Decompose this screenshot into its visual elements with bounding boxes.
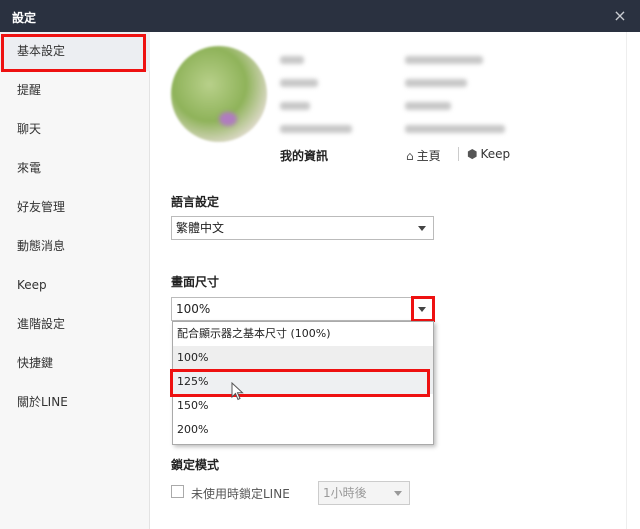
lock-time-select[interactable]: 1小時後 xyxy=(318,481,410,505)
sidebar-item-about[interactable]: 關於LINE xyxy=(0,383,150,422)
lock-checkbox[interactable] xyxy=(171,485,184,498)
language-select-value: 繁體中文 xyxy=(176,221,225,235)
title-bar: 設定 × xyxy=(0,0,640,32)
dropdown-option[interactable]: 200% xyxy=(173,418,433,442)
sidebar: 基本設定 提醒 聊天 來電 好友管理 動態消息 Keep 進階設定 快捷鍵 關於… xyxy=(0,32,150,529)
sidebar-item-shortcuts[interactable]: 快捷鍵 xyxy=(0,344,150,383)
avatar-decoration xyxy=(219,112,237,126)
screen-size-select[interactable]: 100% xyxy=(171,297,434,321)
dropdown-option[interactable]: 配合顯示器之基本尺寸 (100%) xyxy=(173,322,433,346)
blurred-value xyxy=(405,79,467,87)
lock-section-title: 鎖定模式 xyxy=(171,458,220,472)
blurred-label xyxy=(280,125,352,133)
sidebar-item-notifications[interactable]: 提醒 xyxy=(0,71,150,110)
home-icon: ⌂ xyxy=(406,149,414,163)
sidebar-item-timeline[interactable]: 動態消息 xyxy=(0,227,150,266)
language-select[interactable]: 繁體中文 xyxy=(171,216,434,240)
avatar[interactable] xyxy=(171,46,267,142)
sidebar-item-advanced[interactable]: 進階設定 xyxy=(0,305,150,344)
dropdown-option[interactable]: 150% xyxy=(173,394,433,418)
selection-highlight xyxy=(1,34,146,72)
blurred-label xyxy=(280,79,318,87)
dropdown-arrow-highlight xyxy=(411,296,435,322)
chevron-down-icon xyxy=(394,491,402,496)
chevron-down-icon xyxy=(418,226,426,231)
sidebar-item-calls[interactable]: 來電 xyxy=(0,149,150,188)
lock-time-value: 1小時後 xyxy=(323,486,367,500)
sidebar-item-keep[interactable]: Keep xyxy=(0,266,150,305)
blurred-value xyxy=(405,102,451,110)
blurred-label xyxy=(280,102,310,110)
window-title: 設定 xyxy=(12,11,37,25)
keep-link-label: Keep xyxy=(480,147,511,161)
keep-link[interactable]: ⬢ Keep xyxy=(467,147,510,161)
divider xyxy=(458,147,459,161)
option-highlight xyxy=(170,369,430,397)
my-info-label: 我的資訊 xyxy=(280,149,329,163)
lock-checkbox-label: 未使用時鎖定LINE xyxy=(191,487,290,501)
language-section-title: 語言設定 xyxy=(171,195,220,209)
home-link[interactable]: ⌂ 主頁 xyxy=(406,147,441,164)
home-link-label: 主頁 xyxy=(416,149,441,163)
blurred-value xyxy=(405,56,483,64)
screen-size-select-value: 100% xyxy=(176,302,211,316)
screen-size-section-title: 畫面尺寸 xyxy=(171,275,220,289)
scrollbar[interactable] xyxy=(626,32,640,529)
sidebar-item-chat[interactable]: 聊天 xyxy=(0,110,150,149)
blurred-label xyxy=(280,56,304,64)
sidebar-item-friends[interactable]: 好友管理 xyxy=(0,188,150,227)
keep-icon: ⬢ xyxy=(467,147,478,161)
mouse-cursor-icon xyxy=(231,382,244,401)
close-icon[interactable]: × xyxy=(610,6,630,26)
dropdown-option[interactable]: 100% xyxy=(173,346,433,370)
blurred-value xyxy=(405,125,505,133)
